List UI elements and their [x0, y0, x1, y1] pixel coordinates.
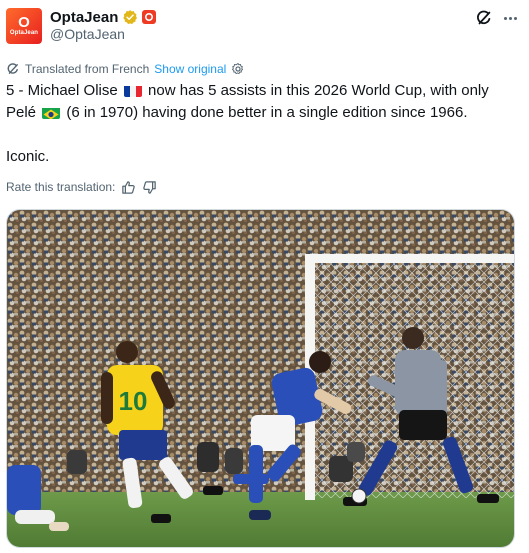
tweet-text-segment: now has 5 assists in this 2026 World Cup… — [143, 82, 489, 99]
brazil-flag-icon — [42, 106, 61, 119]
translation-bar: Translated from French Show original — [6, 60, 245, 78]
avatar-logo-text: OptaJean — [9, 30, 39, 36]
france-flag-icon — [123, 84, 142, 97]
verified-badge-icon[interactable] — [122, 9, 138, 25]
grok-button[interactable] — [473, 7, 495, 29]
tweet-line: Pelé (6 in 1970) having done better in a… — [6, 102, 521, 124]
football-match-photo: 10 — [7, 210, 514, 547]
affiliation-badge-icon[interactable] — [142, 10, 157, 24]
thumbs-down-button[interactable] — [142, 180, 157, 195]
rate-translation-row: Rate this translation: — [6, 178, 157, 196]
show-original-link[interactable]: Show original — [154, 62, 226, 76]
grok-translate-icon — [7, 63, 18, 74]
goal-crossbar — [305, 254, 514, 263]
tweet-body: 5 - Michael Olise now has 5 assists in t… — [6, 80, 521, 168]
thumbs-down-icon — [143, 180, 157, 194]
author-handle[interactable]: @OptaJean — [50, 26, 125, 42]
tweet-text-segment: Pelé — [6, 104, 41, 121]
gear-icon[interactable] — [231, 62, 245, 76]
author-display-name[interactable]: OptaJean — [50, 9, 118, 26]
avatar-logo-letter: O — [18, 14, 30, 31]
tweet-photo[interactable]: 10 — [6, 209, 515, 548]
more-options-button[interactable] — [499, 7, 521, 29]
rate-translation-label: Rate this translation: — [6, 180, 116, 194]
jersey-number: 10 — [119, 386, 148, 416]
thumbs-up-button[interactable] — [121, 180, 136, 195]
avatar[interactable]: O OptaJean — [6, 8, 42, 44]
tweet-line: 5 - Michael Olise now has 5 assists in t… — [6, 80, 521, 102]
grok-icon — [477, 10, 491, 25]
football — [351, 488, 367, 504]
more-icon-dot — [513, 16, 517, 20]
tweet-line-iconic: Iconic. — [6, 148, 50, 165]
more-icon — [503, 16, 507, 20]
more-icon-dot — [508, 16, 512, 20]
thumbs-up-icon — [122, 180, 136, 194]
tweet-text-segment: 5 - Michael Olise — [6, 82, 122, 99]
tweet-text-segment: (6 in 1970) having done better in a sing… — [62, 104, 468, 121]
translated-from-label: Translated from French — [25, 62, 150, 76]
affiliation-logo-icon — [145, 12, 154, 22]
author-name-row: OptaJean — [50, 8, 157, 26]
